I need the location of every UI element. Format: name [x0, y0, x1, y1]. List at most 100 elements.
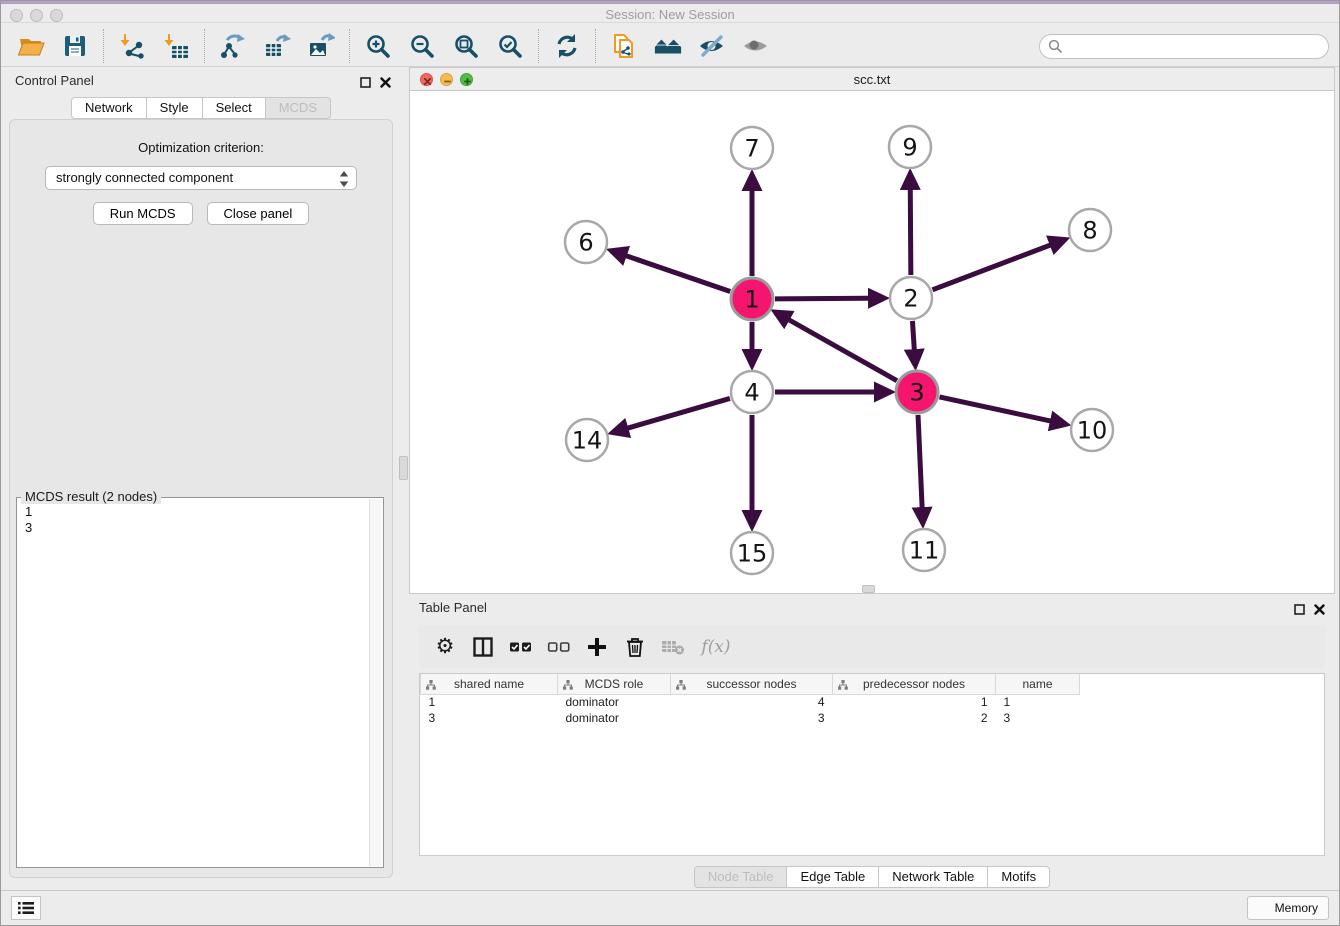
node-11[interactable]: 11 — [903, 529, 945, 571]
show-panels-list-button[interactable] — [11, 896, 41, 920]
tab-select[interactable]: Select — [203, 97, 266, 119]
tab-motifs[interactable]: Motifs — [988, 866, 1050, 888]
toolbar-separator — [595, 29, 596, 63]
home-icon[interactable] — [653, 31, 683, 61]
function-builder-icon-disabled: f(x) — [699, 635, 733, 659]
column-header-mcds-role[interactable]: MCDS role — [558, 674, 671, 694]
edge-1-2[interactable] — [775, 298, 884, 299]
tab-edge-table[interactable]: Edge Table — [787, 866, 879, 888]
import-network-icon[interactable] — [117, 31, 147, 61]
optimization-criterion-label: Optimization criterion: — [10, 140, 392, 155]
svg-text:2: 2 — [903, 284, 918, 312]
edge-2-8[interactable] — [933, 240, 1065, 290]
export-image-icon[interactable] — [306, 31, 336, 61]
svg-text:10: 10 — [1077, 416, 1108, 444]
edge-4-14[interactable] — [613, 398, 730, 432]
edge-2-9[interactable] — [910, 174, 911, 275]
delete-column-trash-icon[interactable] — [623, 635, 647, 659]
node-table: shared name MCDS role successor nodes pr… — [419, 673, 1325, 856]
network-graph: 7 9 6 8 1 2 4 3 14 10 15 11 — [410, 91, 1334, 593]
tab-style[interactable]: Style — [147, 97, 203, 119]
close-panel-button[interactable]: Close panel — [207, 202, 310, 225]
node-8[interactable]: 8 — [1069, 209, 1111, 251]
network-canvas[interactable]: 7 9 6 8 1 2 4 3 14 10 15 11 — [410, 91, 1334, 593]
node-6[interactable]: 6 — [565, 221, 607, 263]
edge-3-11[interactable] — [918, 415, 923, 523]
export-network-icon[interactable] — [218, 31, 248, 61]
toggle-visibility-icon[interactable] — [697, 31, 727, 61]
svg-text:14: 14 — [572, 426, 603, 454]
memory-button[interactable]: Memory — [1247, 896, 1329, 920]
criterion-dropdown[interactable]: strongly connected component — [45, 166, 357, 190]
table-header-row: shared name MCDS role successor nodes pr… — [421, 674, 1325, 694]
svg-text:3: 3 — [909, 378, 924, 406]
mcds-result-title: MCDS result (2 nodes) — [21, 489, 161, 504]
column-header-name[interactable]: name — [996, 674, 1080, 694]
open-session-icon[interactable] — [16, 31, 46, 61]
create-column-icon[interactable] — [585, 635, 609, 659]
edge-3-1[interactable] — [776, 312, 897, 380]
edge-2-3[interactable] — [912, 321, 915, 365]
control-panel-title: Control Panel — [15, 73, 94, 88]
mcds-result-value: 1 — [25, 504, 375, 520]
tab-network[interactable]: Network — [71, 97, 147, 119]
float-panel-icon[interactable] — [360, 75, 371, 93]
control-panel: Control Panel Network Style Select MCDS … — [1, 67, 401, 892]
sort-icon — [426, 679, 436, 693]
node-4[interactable]: 4 — [731, 371, 773, 413]
column-header-shared-name[interactable]: shared name — [421, 674, 558, 694]
vertical-splitter-handle[interactable] — [399, 456, 408, 480]
preview-eye-icon[interactable] — [741, 31, 771, 61]
column-header-predecessor-nodes[interactable]: predecessor nodes — [833, 674, 996, 694]
close-table-panel-icon[interactable] — [1314, 602, 1325, 620]
session-title: Session: New Session — [1, 7, 1339, 22]
node-2[interactable]: 2 — [890, 277, 932, 319]
node-10[interactable]: 10 — [1071, 409, 1113, 451]
import-table-icon[interactable] — [161, 31, 191, 61]
header-filler — [1080, 674, 1325, 694]
tab-network-table[interactable]: Network Table — [879, 866, 988, 888]
node-3[interactable]: 3 — [896, 371, 938, 413]
horizontal-splitter-handle[interactable] — [862, 585, 875, 593]
column-header-successor-nodes[interactable]: successor nodes — [671, 674, 833, 694]
result-scrollbar[interactable] — [369, 499, 382, 866]
svg-text:1: 1 — [744, 285, 759, 313]
list-icon — [17, 900, 35, 916]
edge-1-6[interactable] — [612, 251, 731, 292]
tab-mcds[interactable]: MCDS — [266, 97, 331, 119]
close-panel-icon[interactable] — [380, 75, 391, 93]
select-all-columns-icon[interactable] — [509, 635, 533, 659]
save-session-icon[interactable] — [60, 31, 90, 61]
main-toolbar — [1, 26, 1339, 67]
sort-icon — [676, 679, 686, 693]
table-panel-tabs: Node Table Edge Table Network Table Moti… — [409, 866, 1335, 888]
node-1[interactable]: 1 — [731, 278, 773, 320]
table-row[interactable]: 1 dominator 4 1 1 — [421, 694, 1325, 710]
sort-icon — [563, 679, 573, 693]
zoom-in-icon[interactable] — [363, 31, 393, 61]
duplicate-network-icon[interactable] — [609, 31, 639, 61]
node-7[interactable]: 7 — [731, 127, 773, 169]
control-panel-tabs: Network Style Select MCDS — [1, 97, 401, 119]
run-mcds-button[interactable]: Run MCDS — [93, 202, 193, 225]
zoom-out-icon[interactable] — [407, 31, 437, 61]
network-view-window: scc.txt 7 9 6 8 1 2 4 3 14 10 15 11 — [409, 67, 1335, 594]
deselect-all-columns-icon[interactable] — [547, 635, 571, 659]
export-table-icon[interactable] — [262, 31, 292, 61]
edge-3-10[interactable] — [939, 397, 1065, 424]
node-14[interactable]: 14 — [566, 419, 608, 461]
tab-node-table[interactable]: Node Table — [694, 866, 788, 888]
table-settings-gear-icon[interactable]: ⚙ — [433, 635, 457, 659]
float-table-panel-icon[interactable] — [1294, 602, 1305, 620]
table-row[interactable]: 3 dominator 3 2 3 — [421, 710, 1325, 726]
network-window-titlebar[interactable]: scc.txt — [410, 68, 1334, 91]
zoom-selected-icon[interactable] — [495, 31, 525, 61]
node-9[interactable]: 9 — [889, 126, 931, 168]
table-panel: Table Panel ⚙ — [409, 594, 1335, 892]
show-columns-icon[interactable] — [471, 635, 495, 659]
zoom-fit-icon[interactable] — [451, 31, 481, 61]
refresh-icon[interactable] — [552, 31, 582, 61]
node-15[interactable]: 15 — [731, 532, 773, 574]
dropdown-stepper-icon — [339, 171, 349, 194]
search-input[interactable] — [1039, 34, 1329, 59]
